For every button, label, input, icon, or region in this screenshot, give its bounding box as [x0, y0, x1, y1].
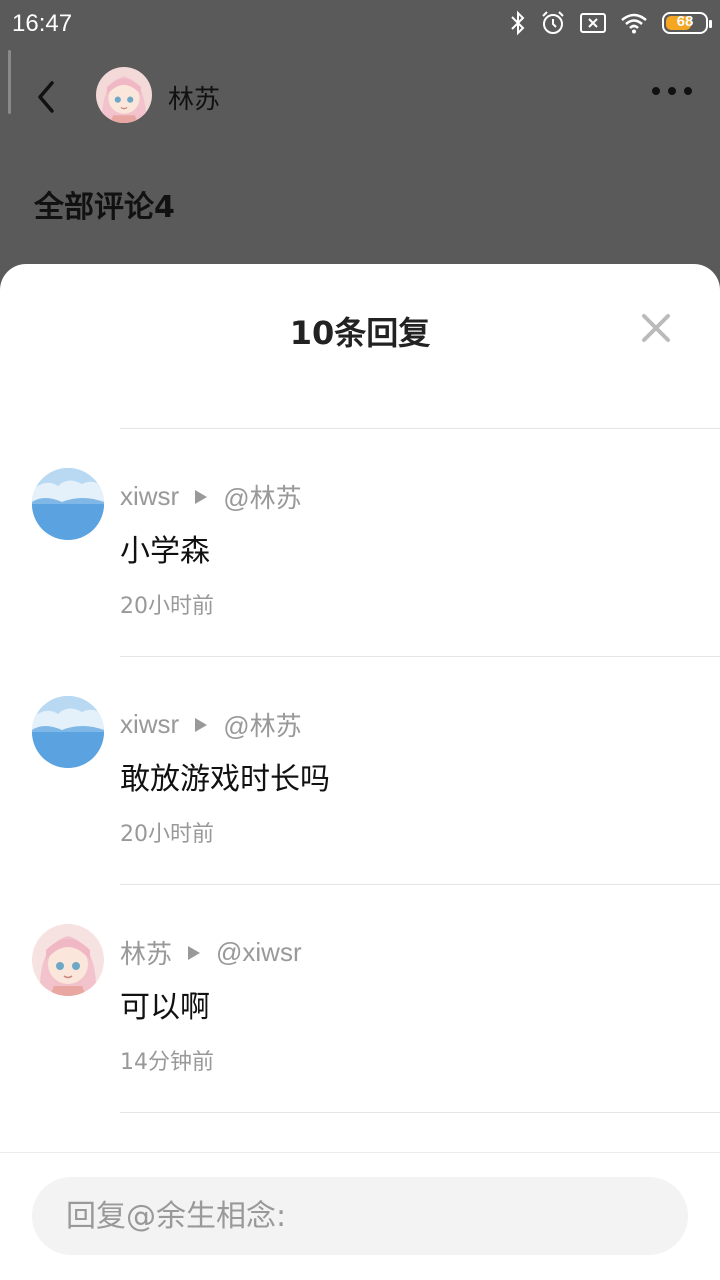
- reply-arrow-icon: [188, 945, 201, 960]
- anime-girl-avatar: [32, 924, 104, 996]
- reply-item[interactable]: xiwsr @林苏 敢放游戏时长吗 20小时前: [0, 656, 720, 884]
- reply-author[interactable]: xiwsr: [120, 481, 179, 512]
- reply-meta: xiwsr @林苏: [120, 478, 302, 515]
- status-icons: 68: [510, 10, 712, 36]
- reply-time: 20小时前: [120, 594, 214, 619]
- nav-title: 林苏: [168, 85, 221, 115]
- reply-target[interactable]: @林苏: [223, 706, 301, 743]
- status-bar: 16:47 68: [0, 0, 720, 50]
- battery-level: 68: [676, 13, 694, 30]
- wifi-icon: [621, 13, 647, 34]
- top-nav: 林苏: [0, 55, 720, 135]
- more-dots-icon[interactable]: [652, 87, 692, 95]
- reply-arrow-icon: [195, 717, 208, 732]
- avatar[interactable]: [32, 468, 104, 540]
- close-icon[interactable]: [640, 312, 672, 344]
- avatar[interactable]: [96, 67, 152, 123]
- reply-time: 14分钟前: [120, 1050, 214, 1075]
- reply-target[interactable]: @林苏: [223, 478, 301, 515]
- battery-icon: 68: [662, 12, 712, 34]
- divider: [120, 1112, 720, 1113]
- input-separator: [0, 1152, 720, 1153]
- alarm-icon: [542, 11, 564, 34]
- anime-girl-avatar: [96, 67, 152, 123]
- sim-off-icon: [580, 13, 606, 33]
- sheet-title: 10条回复: [289, 314, 431, 352]
- reply-text: 小学森: [120, 534, 210, 569]
- reply-time: 20小时前: [120, 822, 214, 847]
- avatar[interactable]: [32, 696, 104, 768]
- reply-author[interactable]: xiwsr: [120, 709, 179, 740]
- reply-item[interactable]: xiwsr @林苏 小学森 20小时前: [0, 428, 720, 656]
- reply-text: 敢放游戏时长吗: [120, 762, 330, 797]
- status-time: 16:47: [12, 10, 73, 37]
- all-comments-heading: 全部评论4: [34, 190, 175, 225]
- replies-sheet: 10条回复 xiwsr @林苏 小学森 20小时前 xiwsr @林苏 敢放游戏…: [0, 264, 720, 1280]
- reply-meta: 林苏 @xiwsr: [120, 934, 302, 971]
- reply-author[interactable]: 林苏: [120, 934, 172, 971]
- reply-arrow-icon: [195, 489, 208, 504]
- avatar[interactable]: [32, 924, 104, 996]
- sky-avatar: [32, 696, 104, 768]
- reply-item[interactable]: 林苏 @xiwsr 可以啊 14分钟前: [0, 884, 720, 1112]
- back-arrow-icon[interactable]: [30, 75, 66, 119]
- reply-input[interactable]: [32, 1177, 688, 1255]
- bluetooth-icon: [511, 10, 525, 36]
- reply-meta: xiwsr @林苏: [120, 706, 302, 743]
- reply-target[interactable]: @xiwsr: [216, 937, 302, 968]
- sky-avatar: [32, 468, 104, 540]
- reply-text: 可以啊: [120, 990, 210, 1025]
